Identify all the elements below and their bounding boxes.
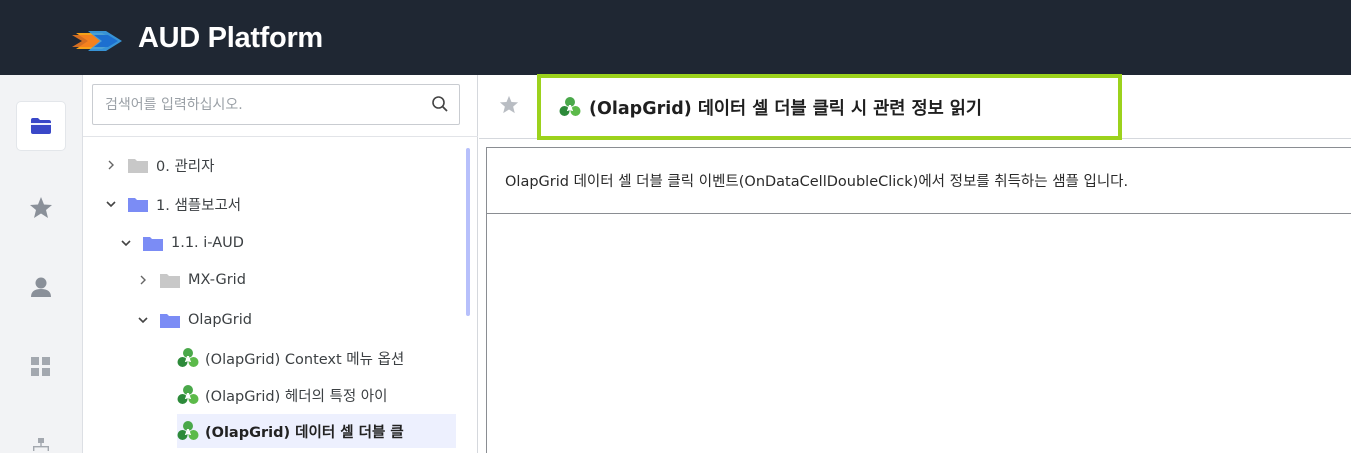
search-box <box>92 84 460 125</box>
tree-divider <box>83 136 478 137</box>
tree-node-label: 0. 관리자 <box>156 158 215 175</box>
rail-folder-button[interactable] <box>17 102 65 150</box>
rail-grid-button[interactable] <box>17 343 65 391</box>
tree-node-i-aud[interactable]: 1.1. i-AUD <box>119 226 244 260</box>
report-description-text: OlapGrid 데이터 셀 더블 클릭 이벤트(OnDataCellDoubl… <box>505 174 1129 190</box>
tree-node-report-selected[interactable]: A (OlapGrid) 데이터 셀 더블 클 <box>177 414 456 448</box>
main-content: A (OlapGrid) 데이터 셀 더블 클릭 시 관련 정보 읽기 Olap… <box>479 74 1351 453</box>
icon-rail <box>0 75 83 453</box>
tree-node-admin[interactable]: 0. 관리자 <box>104 148 214 182</box>
report-description: OlapGrid 데이터 셀 더블 클릭 이벤트(OnDataCellDoubl… <box>487 148 1351 214</box>
tree-node-label: MX-Grid <box>188 272 246 288</box>
folder-icon <box>31 118 51 134</box>
folder-icon <box>143 236 163 251</box>
folder-icon <box>128 158 148 173</box>
report-icon: A <box>177 348 199 367</box>
org-chart-icon <box>33 438 49 451</box>
tree-node-report[interactable]: A (OlapGrid) Context 메뉴 옵션 <box>177 341 456 375</box>
report-frame: OlapGrid 데이터 셀 더블 클릭 이벤트(OnDataCellDoubl… <box>486 147 1351 453</box>
tree-node-label: (OlapGrid) Context 메뉴 옵션 <box>205 351 405 368</box>
tree-node-label: OlapGrid <box>188 312 252 328</box>
folder-icon <box>160 313 180 328</box>
report-icon: A <box>559 97 581 116</box>
rail-org-button[interactable] <box>17 423 65 453</box>
tree-node-report[interactable]: A (OlapGrid) 헤더의 특정 아이 <box>177 378 456 412</box>
chevron-down-icon[interactable] <box>104 197 118 211</box>
report-icon: A <box>177 385 199 404</box>
user-icon <box>31 277 51 297</box>
chevron-down-icon[interactable] <box>119 236 133 250</box>
tree-node-label: (OlapGrid) 헤더의 특정 아이 <box>205 388 388 405</box>
chevron-down-icon[interactable] <box>136 313 150 327</box>
svg-text:A: A <box>185 355 192 364</box>
rail-user-button[interactable] <box>17 263 65 311</box>
star-icon <box>30 196 52 218</box>
top-header: AUD Platform <box>0 0 1351 75</box>
tree-panel: 0. 관리자 1. 샘플보고서 1.1. i-AUD MX-Grid <box>83 75 478 453</box>
tree-node-label: 1. 샘플보고서 <box>156 197 242 214</box>
chevron-right-icon[interactable] <box>104 158 118 172</box>
search-input[interactable] <box>93 85 423 124</box>
report-title-highlight: A (OlapGrid) 데이터 셀 더블 클릭 시 관련 정보 읽기 <box>537 74 1122 140</box>
title-bar: A (OlapGrid) 데이터 셀 더블 클릭 시 관련 정보 읽기 <box>479 74 1351 140</box>
folder-icon <box>128 197 148 212</box>
aud-logo-icon[interactable] <box>68 21 128 61</box>
tree-node-label: (OlapGrid) 데이터 셀 더블 클 <box>205 424 404 441</box>
svg-text:A: A <box>567 104 574 113</box>
search-icon[interactable] <box>431 95 449 113</box>
chevron-right-icon[interactable] <box>136 273 150 287</box>
tree-node-sample-reports[interactable]: 1. 샘플보고서 <box>104 187 241 221</box>
report-icon: A <box>177 421 199 440</box>
tree-node-mx-grid[interactable]: MX-Grid <box>136 263 246 297</box>
svg-text:A: A <box>185 428 192 437</box>
folder-icon <box>160 273 180 288</box>
tree-node-label: 1.1. i-AUD <box>171 235 244 251</box>
brand-title: AUD Platform <box>138 22 323 54</box>
svg-text:A: A <box>185 392 192 401</box>
rail-favorites-button[interactable] <box>17 183 65 231</box>
grid-icon <box>31 357 50 376</box>
tree-scrollbar[interactable] <box>466 148 470 316</box>
report-title: (OlapGrid) 데이터 셀 더블 클릭 시 관련 정보 읽기 <box>589 98 982 119</box>
star-icon[interactable] <box>499 95 519 114</box>
tree-node-olapgrid[interactable]: OlapGrid <box>136 303 252 337</box>
